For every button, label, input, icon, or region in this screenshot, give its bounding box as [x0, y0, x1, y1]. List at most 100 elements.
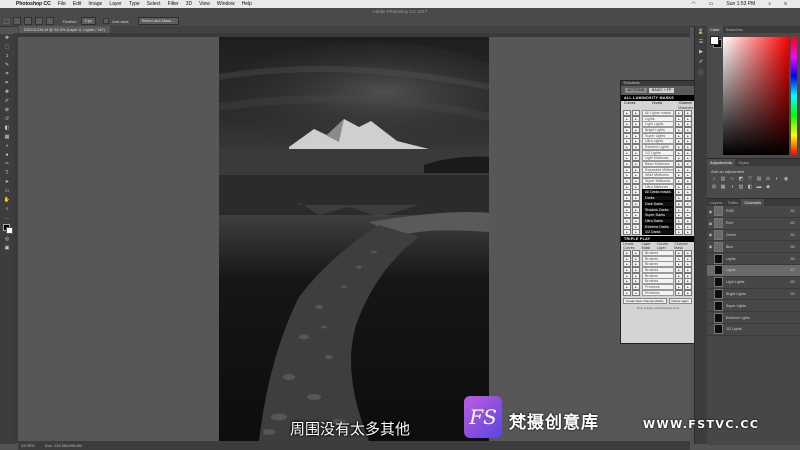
selective-color-icon[interactable]: ◆ [765, 184, 771, 190]
hue-saturation-icon[interactable]: ▤ [756, 176, 762, 182]
brush-settings-icon[interactable]: ✐ [697, 59, 705, 66]
quick-select-tool-icon[interactable]: ✎ [3, 62, 11, 69]
type-tool-icon[interactable]: T [3, 170, 11, 177]
tab-basic-fp[interactable]: BASIC + FP [648, 88, 675, 93]
color-balance-icon[interactable]: ⚖ [765, 176, 771, 182]
visibility-eye-icon[interactable]: ◉ [707, 244, 714, 249]
gradient-tool-icon[interactable]: ▦ [3, 134, 11, 141]
brightness-icon[interactable]: ☼ [711, 176, 717, 182]
pen-tool-icon[interactable]: ✑ [3, 161, 11, 168]
move-tool-icon[interactable]: ✥ [3, 35, 11, 42]
mask-levels-button[interactable]: ▸ [632, 289, 640, 296]
quick-mask-icon[interactable]: ◎ [3, 236, 11, 243]
tab-adjustments[interactable]: Adjustments [707, 159, 736, 166]
color-picker-field[interactable] [723, 37, 789, 155]
antialias-checkbox[interactable] [103, 18, 110, 24]
info-icon[interactable]: ⓘ [697, 69, 705, 76]
color-lookup-icon[interactable]: ▦ [720, 184, 726, 190]
tab-layers[interactable]: Layers [707, 199, 725, 206]
channel-row[interactable]: Extreme Lights [707, 312, 800, 324]
crop-tool-icon[interactable]: ⌗ [3, 71, 11, 78]
mask-label[interactable]: Previews [642, 289, 674, 296]
screen-mode-icon[interactable]: ▣ [3, 245, 11, 252]
levels-option[interactable]: Levels [652, 101, 662, 106]
subtract-selection-button[interactable] [34, 17, 43, 25]
menu-list-icon[interactable]: ≡ [784, 1, 787, 7]
channel-row[interactable]: ◉ Red ⌘3 [707, 218, 800, 230]
threshold-icon[interactable]: ◧ [747, 184, 753, 190]
menu-layer[interactable]: Layer [109, 1, 122, 7]
spotlight-icon[interactable]: ⌕ [768, 1, 771, 7]
doc-info[interactable]: Doc: 133.0M/496.0M [45, 443, 82, 448]
menu-select[interactable]: Select [147, 1, 161, 7]
mask-curves-button[interactable]: ▸ [623, 229, 631, 236]
menu-window[interactable]: Window [217, 1, 235, 7]
channel-row[interactable]: Bright Lights ⌘9 [707, 288, 800, 301]
menu-type[interactable]: Type [129, 1, 140, 7]
history-icon[interactable]: ⌛ [697, 29, 705, 36]
canvas-area[interactable] [18, 37, 690, 441]
curves-icon[interactable]: ∿ [729, 176, 735, 182]
visibility-eye-icon[interactable]: ◉ [707, 221, 714, 226]
history-brush-tool-icon[interactable]: ↺ [3, 116, 11, 123]
menu-3d[interactable]: 3D [186, 1, 192, 7]
invert-icon[interactable]: ◑ [729, 184, 735, 190]
visibility-eye-icon[interactable]: ◉ [707, 209, 714, 214]
channel-row[interactable]: ◉ Blue ⌘5 [707, 241, 800, 254]
feather-input[interactable]: 0 px [80, 17, 97, 25]
channel-row[interactable]: Lights ⌘7 [707, 264, 800, 277]
delete-again-button[interactable]: Delete Again [668, 297, 692, 304]
dodge-tool-icon[interactable]: ● [3, 152, 11, 159]
mask-curves-button[interactable]: ▸ [623, 289, 631, 296]
tab-swatches[interactable]: Swatches [723, 26, 746, 33]
menu-view[interactable]: View [199, 1, 210, 7]
eraser-tool-icon[interactable]: ◧ [3, 125, 11, 132]
select-mask-button[interactable]: Select and Mask... [137, 17, 179, 25]
menu-file[interactable]: File [58, 1, 66, 7]
clock[interactable]: Sun 1:53 PM [726, 1, 755, 7]
app-menu[interactable]: Photoshop CC [16, 1, 51, 7]
marquee-tool-icon[interactable]: ⬚ [3, 44, 11, 51]
channel-row[interactable]: Lights ⌘6 [707, 253, 800, 265]
channel-mixer-icon[interactable]: ⊞ [711, 184, 717, 190]
properties-icon[interactable]: ☰ [697, 39, 705, 46]
clone-tool-icon[interactable]: ⊕ [3, 107, 11, 114]
hand-tool-icon[interactable]: ✋ [3, 197, 11, 204]
visibility-eye-icon[interactable]: ◉ [707, 232, 714, 237]
add-selection-button[interactable] [23, 17, 32, 25]
zoom-level[interactable]: 33.33% [21, 443, 35, 448]
document-image[interactable] [219, 37, 489, 441]
channel-row[interactable]: Super Lights [707, 300, 800, 313]
new-selection-button[interactable] [12, 17, 21, 25]
menu-image[interactable]: Image [88, 1, 102, 7]
healing-tool-icon[interactable]: ✚ [3, 89, 11, 96]
gradient-map-icon[interactable]: ▬ [756, 184, 762, 190]
curves-option[interactable]: Curves [624, 101, 635, 106]
eyedropper-tool-icon[interactable]: ✒ [3, 80, 11, 87]
mask-levels-button[interactable]: ▸ [632, 229, 640, 236]
mask-select-button[interactable]: ▸ [684, 229, 692, 236]
tab-paths[interactable]: Paths [725, 199, 741, 206]
blur-tool-icon[interactable]: ◖ [3, 143, 11, 150]
mask-label[interactable]: 1/2 Darks [642, 229, 674, 236]
channel-row[interactable]: ◉ RGB ⌘2 [707, 206, 800, 218]
vibrance-icon[interactable]: ▽ [747, 176, 753, 182]
tab-actions[interactable]: ACTIONS [625, 88, 647, 93]
tab-styles[interactable]: Styles [735, 159, 752, 166]
levels-icon[interactable]: ▥ [720, 176, 726, 182]
photo-filter-icon[interactable]: ◉ [783, 176, 789, 182]
intersect-selection-button[interactable] [45, 17, 54, 25]
posterize-icon[interactable]: ▨ [738, 184, 744, 190]
mask-channel-button[interactable]: ▸ [675, 229, 683, 236]
mask-select-button[interactable]: ▸ [684, 289, 692, 296]
more-tools-icon[interactable]: … [3, 215, 11, 222]
black-white-icon[interactable]: ◐ [774, 176, 780, 182]
lasso-tool-icon[interactable]: ↄ [3, 53, 11, 60]
path-select-tool-icon[interactable]: ➤ [3, 179, 11, 186]
channel-row[interactable]: ◉ Green ⌘4 [707, 229, 800, 242]
foreground-color-swatch[interactable] [710, 36, 719, 45]
menu-help[interactable]: Help [242, 1, 252, 7]
foreground-background-swatch[interactable] [3, 224, 13, 234]
marquee-icon[interactable]: ⬚ [4, 18, 10, 25]
shape-tool-icon[interactable]: ▭ [3, 188, 11, 195]
